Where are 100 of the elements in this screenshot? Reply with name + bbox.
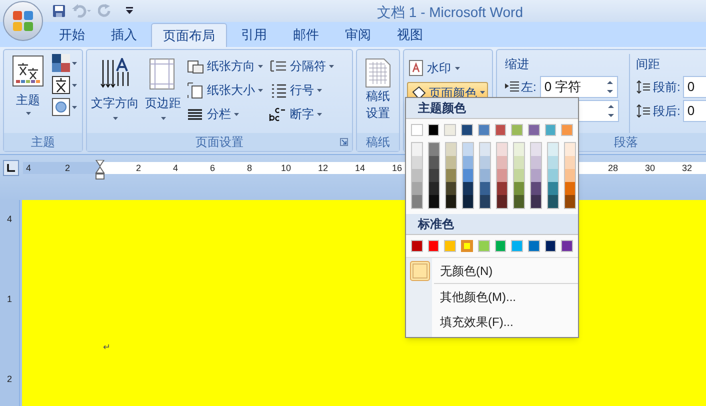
color-swatch[interactable]: [494, 124, 506, 136]
color-swatch[interactable]: [463, 182, 473, 195]
color-swatch[interactable]: [463, 195, 473, 208]
color-swatch[interactable]: [548, 156, 558, 169]
color-swatch[interactable]: [411, 240, 423, 252]
theme-colors-button[interactable]: [52, 54, 77, 72]
color-swatch[interactable]: [514, 169, 524, 182]
color-swatch[interactable]: [565, 143, 575, 156]
color-swatch[interactable]: [548, 195, 558, 208]
color-swatch[interactable]: [428, 124, 440, 136]
color-swatch[interactable]: [429, 182, 439, 195]
caret-icon: [317, 112, 322, 116]
color-swatch[interactable]: [478, 124, 490, 136]
color-swatch[interactable]: [531, 195, 541, 208]
color-swatch[interactable]: [497, 169, 507, 182]
margins-button[interactable]: 页边距: [144, 54, 182, 133]
color-swatch[interactable]: [548, 169, 558, 182]
color-swatch[interactable]: [514, 143, 524, 156]
tab-selector-button[interactable]: [3, 160, 19, 176]
color-swatch[interactable]: [429, 169, 439, 182]
color-swatch[interactable]: [428, 240, 440, 252]
color-swatch[interactable]: [514, 195, 524, 208]
theme-fonts-button[interactable]: [52, 76, 77, 94]
color-swatch[interactable]: [531, 182, 541, 195]
themes-button[interactable]: 主题: [8, 54, 48, 133]
color-swatch[interactable]: [446, 195, 456, 208]
ribbon-tab[interactable]: 插入: [99, 23, 149, 47]
color-swatch[interactable]: [497, 195, 507, 208]
page-setup-dropdown[interactable]: 纸张方向: [186, 56, 263, 76]
color-swatch[interactable]: [480, 195, 490, 208]
color-swatch[interactable]: [514, 156, 524, 169]
color-swatch[interactable]: [463, 156, 473, 169]
color-swatch[interactable]: [480, 143, 490, 156]
color-swatch[interactable]: [480, 169, 490, 182]
color-swatch[interactable]: [412, 156, 422, 169]
page-setup-dropdown[interactable]: 纸张大小: [186, 80, 263, 100]
color-swatch[interactable]: [497, 182, 507, 195]
color-swatch[interactable]: [561, 124, 574, 136]
ribbon-tab[interactable]: 审阅: [333, 23, 383, 47]
color-swatch[interactable]: [565, 195, 575, 208]
color-swatch[interactable]: [528, 240, 540, 252]
color-swatch[interactable]: [412, 195, 422, 208]
color-swatch[interactable]: [446, 182, 456, 195]
theme-effects-button[interactable]: [52, 98, 77, 116]
spinner-field[interactable]: 0: [683, 76, 706, 98]
color-swatch[interactable]: [446, 156, 456, 169]
color-swatch[interactable]: [548, 143, 558, 156]
color-swatch[interactable]: [494, 240, 506, 252]
text-direction-button[interactable]: 文字方向: [90, 54, 140, 133]
ribbon-tab[interactable]: 开始: [47, 23, 97, 47]
color-swatch[interactable]: [444, 240, 456, 252]
color-swatch[interactable]: [446, 169, 456, 182]
color-swatch[interactable]: [444, 124, 456, 136]
color-swatch[interactable]: [478, 240, 490, 252]
page-setup-dropdown[interactable]: 断字: [269, 104, 334, 124]
color-swatch[interactable]: [480, 156, 490, 169]
color-swatch[interactable]: [461, 124, 473, 136]
color-swatch[interactable]: [497, 156, 507, 169]
color-swatch[interactable]: [544, 124, 556, 136]
page-setup-dropdown[interactable]: 分隔符: [269, 56, 334, 76]
color-swatch[interactable]: [412, 182, 422, 195]
ribbon-tab[interactable]: 引用: [229, 23, 279, 47]
ribbon-tab[interactable]: 视图: [385, 23, 435, 47]
color-swatch[interactable]: [480, 182, 490, 195]
spinner-field[interactable]: 0 字符: [540, 76, 618, 98]
color-swatch[interactable]: [497, 143, 507, 156]
color-swatch[interactable]: [411, 124, 423, 136]
manuscript-settings-button[interactable]: 稿纸 设置: [365, 58, 391, 133]
color-swatch[interactable]: [565, 182, 575, 195]
menu-item[interactable]: 填充效果(F)...: [406, 309, 578, 334]
watermark-button[interactable]: 水印: [407, 58, 462, 78]
color-swatch[interactable]: [511, 124, 523, 136]
color-swatch[interactable]: [463, 143, 473, 156]
spinner-field[interactable]: 0: [683, 100, 706, 122]
color-swatch[interactable]: [531, 169, 541, 182]
color-swatch[interactable]: [446, 143, 456, 156]
color-swatch[interactable]: [412, 143, 422, 156]
menu-item[interactable]: 无颜色(N): [406, 258, 578, 283]
color-swatch[interactable]: [565, 169, 575, 182]
color-swatch[interactable]: [544, 240, 556, 252]
ribbon-tab[interactable]: 页面布局: [151, 23, 227, 47]
page-setup-dropdown[interactable]: 分栏: [186, 104, 263, 124]
color-swatch[interactable]: [561, 240, 574, 252]
color-swatch[interactable]: [531, 156, 541, 169]
color-swatch[interactable]: [514, 182, 524, 195]
page-setup-dropdown[interactable]: 行号: [269, 80, 334, 100]
color-swatch[interactable]: [531, 143, 541, 156]
color-swatch[interactable]: [429, 143, 439, 156]
color-swatch[interactable]: [511, 240, 523, 252]
color-swatch[interactable]: [548, 182, 558, 195]
color-swatch[interactable]: [463, 169, 473, 182]
color-swatch[interactable]: [429, 195, 439, 208]
ribbon-tab[interactable]: 邮件: [281, 23, 331, 47]
color-swatch[interactable]: [429, 156, 439, 169]
color-swatch[interactable]: [461, 240, 473, 252]
color-swatch[interactable]: [412, 169, 422, 182]
ruler-number: 12: [318, 162, 328, 174]
menu-item[interactable]: 其他颜色(M)...: [406, 284, 578, 309]
color-swatch[interactable]: [565, 156, 575, 169]
color-swatch[interactable]: [528, 124, 540, 136]
